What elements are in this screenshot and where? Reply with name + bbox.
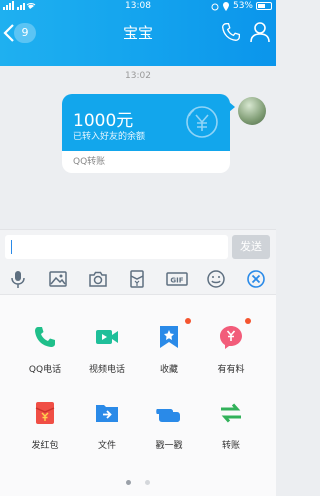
battery-icon	[256, 2, 272, 10]
feature-poke[interactable]: 戳一戳	[136, 401, 202, 461]
profile-icon[interactable]	[250, 21, 270, 43]
message-input[interactable]	[5, 235, 228, 259]
microphone-icon[interactable]	[8, 269, 28, 289]
red-packet-icon	[35, 402, 55, 424]
transfer-card-top[interactable]: 1000元 已转入好友的余额	[62, 94, 235, 151]
location-icon	[222, 1, 229, 11]
feature-file[interactable]: 文件	[74, 401, 140, 461]
feature-label: 发红包	[31, 441, 59, 451]
feature-label: 有有料	[217, 365, 245, 375]
feature-label: 文件	[97, 441, 116, 451]
status-right: 53%	[211, 1, 272, 11]
feature-transfer[interactable]: 转账	[198, 401, 264, 461]
yen-bubble-icon	[220, 326, 242, 349]
notification-dot	[245, 318, 251, 324]
yen-coin-icon	[186, 106, 218, 138]
image-icon[interactable]	[48, 269, 68, 289]
transfer-footer: QQ转账	[62, 151, 230, 173]
bookmark-star-icon	[160, 326, 178, 348]
emoji-icon[interactable]	[206, 269, 226, 289]
gif-icon[interactable]: GIF	[166, 269, 188, 289]
status-bar: 13:08 53%	[0, 0, 276, 14]
video-icon	[96, 330, 118, 344]
notification-dot	[185, 318, 191, 324]
camera-icon[interactable]	[88, 269, 108, 289]
feature-label: QQ电话	[28, 365, 62, 375]
feature-favorites[interactable]: 收藏	[136, 318, 202, 385]
feature-label: 视频电话	[88, 365, 125, 375]
feature-label: 戳一戳	[155, 441, 183, 451]
page-dot[interactable]	[144, 480, 150, 485]
send-button[interactable]: 发送	[232, 235, 270, 259]
transfer-description: 已转入好友的余额	[73, 132, 146, 142]
text-cursor	[11, 240, 12, 254]
feature-youyouliao[interactable]: 有有料	[198, 318, 264, 385]
alarm-icon	[211, 3, 219, 10]
close-panel-icon[interactable]	[246, 269, 266, 289]
header: 13:08 53% 9 宝宝	[0, 0, 276, 66]
poke-hand-icon	[156, 409, 180, 422]
transfer-amount: 1000元	[73, 111, 134, 131]
nav-bar: 9 宝宝	[0, 14, 276, 52]
transfer-card[interactable]: 1000元 已转入好友的余额	[62, 94, 235, 151]
page-dot-active[interactable]	[126, 480, 132, 485]
phone-call-icon[interactable]	[221, 22, 241, 42]
page-indicator	[0, 470, 276, 489]
feature-label: 收藏	[159, 365, 178, 375]
folder-icon	[96, 405, 118, 422]
message-timestamp: 13:02	[125, 71, 151, 81]
transfer-arrows-icon	[221, 403, 241, 423]
feature-red-packet[interactable]: 发红包	[12, 401, 78, 461]
feature-qq-call[interactable]: QQ电话	[12, 325, 78, 385]
feature-label: 转账	[221, 441, 240, 451]
battery-percent: 53%	[232, 1, 253, 11]
feature-video-call[interactable]: 视频电话	[74, 325, 140, 385]
red-packet-icon[interactable]	[127, 269, 147, 289]
phone-icon	[35, 327, 55, 347]
features-panel: QQ电话 视频电话 收藏 有有料 发红包 文件 戳一戳 转账	[0, 295, 276, 496]
avatar[interactable]	[238, 97, 266, 125]
input-toolbar: GIF	[0, 263, 276, 295]
svg-text:GIF: GIF	[170, 277, 183, 285]
input-row: 发送	[0, 229, 276, 263]
